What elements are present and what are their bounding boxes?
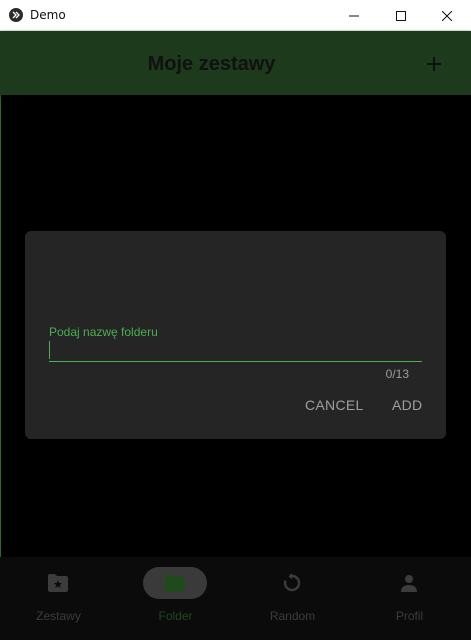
nav-icon-container — [260, 567, 324, 599]
folder-name-label: Podaj nazwę folderu — [49, 325, 158, 339]
window-title: Demo — [30, 8, 66, 22]
refresh-icon — [283, 573, 301, 592]
nav-label: Folder — [158, 609, 193, 623]
nav-item-profil[interactable]: Profil — [351, 557, 468, 640]
top-app-bar: Moje zestawy — [0, 31, 471, 95]
folder-star-icon — [48, 574, 68, 592]
nav-icon-container — [26, 567, 90, 599]
cancel-button[interactable]: CANCEL — [305, 397, 364, 413]
nav-item-zestawy[interactable]: Zestawy — [0, 557, 117, 640]
page-title: Moje zestawy — [147, 53, 276, 75]
nav-label: Profil — [395, 609, 424, 623]
character-counter: 0/13 — [385, 367, 409, 381]
nav-icon-container — [377, 567, 441, 599]
minimize-button[interactable] — [331, 0, 377, 31]
maximize-icon — [396, 10, 406, 21]
folder-icon — [165, 574, 185, 592]
nav-item-folder[interactable]: Folder — [117, 557, 234, 640]
person-icon — [401, 575, 417, 592]
add-set-button[interactable] — [423, 53, 445, 75]
new-folder-dialog: Podaj nazwę folderu 0/13 CANCEL ADD — [25, 231, 446, 439]
close-button[interactable] — [424, 0, 470, 31]
folder-name-input[interactable] — [49, 341, 422, 362]
nav-icon-container — [143, 567, 207, 599]
bottom-navigation: Zestawy Folder Random Profil — [0, 557, 471, 640]
text-caret — [49, 341, 50, 359]
add-button[interactable]: ADD — [392, 397, 422, 413]
plus-icon — [427, 57, 441, 71]
window-titlebar: Demo — [0, 0, 471, 31]
maximize-button[interactable] — [378, 0, 424, 31]
minimize-icon — [349, 15, 359, 16]
nav-label: Zestawy — [36, 609, 81, 623]
nav-item-random[interactable]: Random — [234, 557, 351, 640]
app-icon — [9, 8, 23, 22]
close-icon — [442, 10, 452, 21]
nav-label: Random — [269, 609, 316, 623]
